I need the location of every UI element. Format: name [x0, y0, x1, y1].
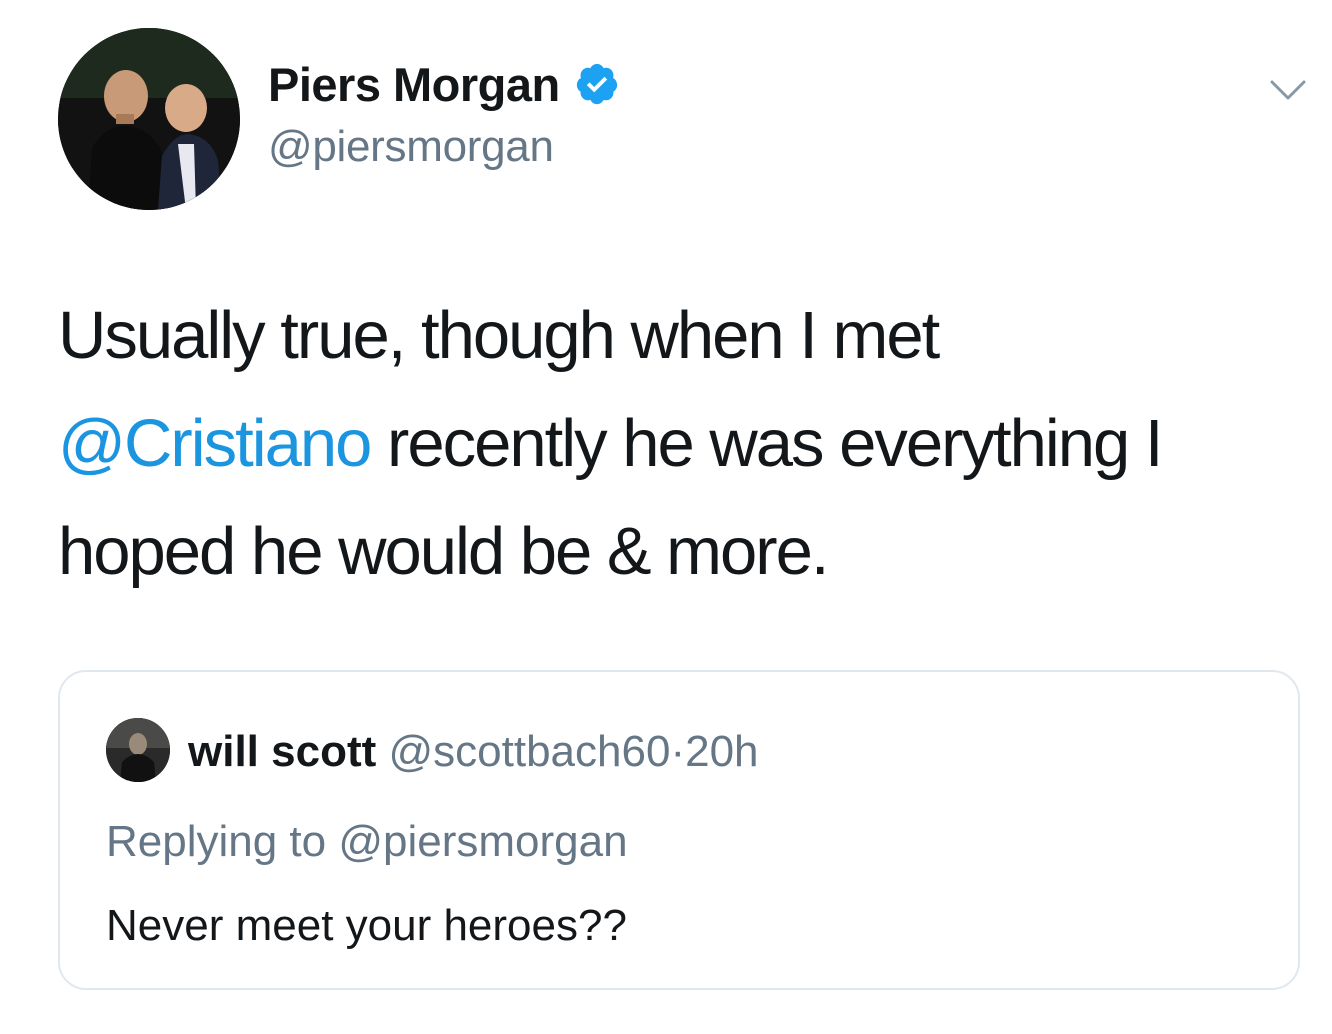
tweet-text-line-1: Usually true, though when I met: [58, 298, 940, 373]
quoted-tweet-text: Never meet your heroes??: [106, 901, 627, 950]
quoted-author-avatar[interactable]: [106, 718, 170, 782]
quoted-author-name[interactable]: will scott: [188, 727, 376, 776]
author-avatar[interactable]: [58, 28, 240, 210]
verified-badge-icon: [576, 63, 617, 105]
chevron-down-icon[interactable]: [1266, 68, 1310, 112]
tweet-text-line-2-rest: recently he was everything I: [370, 406, 1163, 481]
quoted-author-handle[interactable]: @scottbach60: [388, 727, 670, 776]
quoted-tweet-time[interactable]: 20h: [685, 727, 758, 776]
tweet-text-line-3: hoped he would be & more.: [58, 514, 829, 589]
author-name[interactable]: Piers Morgan: [268, 57, 560, 112]
avatar-photo: [58, 28, 240, 210]
separator-dot: ·: [670, 727, 686, 776]
quoted-tweet-card[interactable]: will scott @scottbach60·20h Replying to …: [58, 670, 1300, 990]
quoted-tweet-header: will scott @scottbach60·20h: [188, 722, 759, 782]
quoted-avatar-photo: [106, 718, 170, 782]
tweet-text: Usually true, though when I met @Cristia…: [58, 282, 1308, 606]
replying-to-label: Replying to @piersmorgan: [106, 817, 628, 866]
author-handle[interactable]: @piersmorgan: [268, 122, 554, 172]
mention-link[interactable]: @Cristiano: [58, 406, 372, 481]
tweet-text-line-2: @Cristiano recently he was everything I: [58, 390, 1308, 498]
